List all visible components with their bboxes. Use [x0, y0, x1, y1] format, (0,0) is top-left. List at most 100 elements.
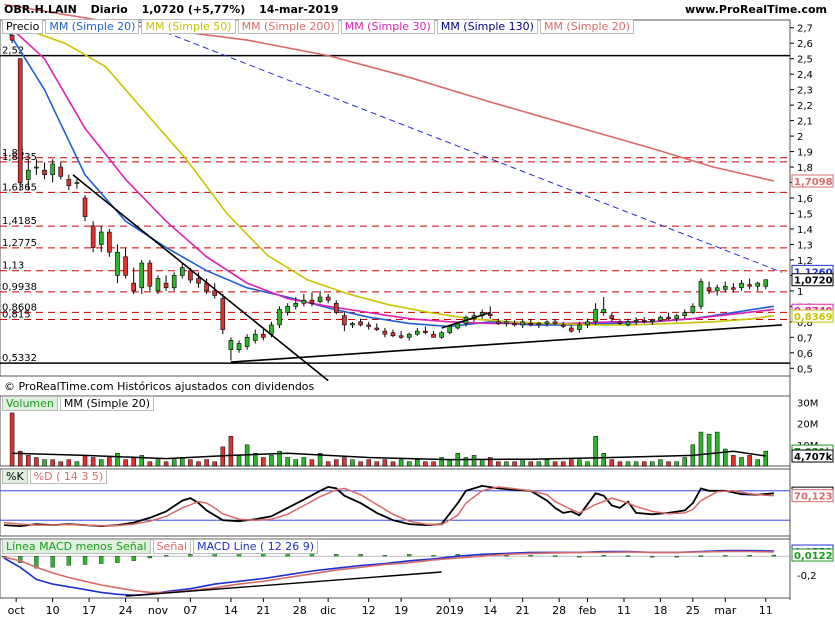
macd-histogram-bar: [188, 554, 193, 557]
volume-bar: [285, 457, 290, 467]
candle-body: [317, 296, 323, 303]
x-tick-label: 18: [653, 604, 667, 617]
candle-body: [568, 327, 574, 332]
candle-body: [342, 315, 347, 326]
candle-body: [163, 282, 169, 289]
candle-body: [9, 35, 15, 41]
trendline: [230, 324, 783, 363]
volume-bar: [99, 459, 104, 467]
candle-body: [487, 313, 493, 316]
candle-body: [333, 302, 339, 313]
stoch-legend: %K %D ( 14 3 5): [2, 469, 109, 484]
candle-body: [682, 312, 688, 316]
volume-legend-item: MM (Simple 20): [59, 396, 155, 411]
candle-body: [350, 323, 355, 326]
candle-body: [220, 298, 226, 330]
volume-bar: [536, 461, 542, 467]
volume-bar: [528, 461, 534, 467]
volume-bar: [34, 457, 39, 467]
volume-bar: [74, 461, 80, 467]
volume-bar: [90, 457, 96, 467]
candle-body: [763, 279, 769, 287]
candle-body: [212, 290, 218, 296]
moving-average-line: [3, 24, 775, 328]
macd-histogram-bar: [431, 555, 436, 557]
candle-body: [447, 326, 453, 333]
volume-bar: [212, 461, 217, 467]
candle-body: [261, 333, 266, 338]
candle-body: [641, 319, 647, 323]
volume-bar: [398, 459, 404, 467]
candle-body: [617, 321, 623, 324]
x-tick-label: 19: [394, 604, 408, 617]
x-tick-label: 21: [256, 604, 270, 617]
volume-bar: [625, 461, 631, 467]
stoch-value-tag-text: 70,123: [794, 492, 833, 503]
volume-bar: [650, 461, 655, 467]
y-tick-label: 0,7: [797, 333, 813, 344]
macd-histogram-bar: [99, 556, 104, 564]
x-tick-label: 11: [759, 604, 773, 617]
candle-body: [415, 330, 420, 335]
volume-bar: [269, 455, 274, 467]
volume-bar: [171, 459, 177, 467]
volume-bar: [374, 461, 380, 467]
candle-body: [301, 299, 307, 304]
macd-histogram-bar: [82, 556, 88, 565]
candle-body: [179, 267, 185, 276]
macd-histogram-bar: [723, 555, 728, 557]
candle-body: [690, 306, 696, 313]
volume-bar: [196, 461, 201, 467]
volume-bar: [512, 461, 517, 467]
volume-bar: [115, 453, 120, 467]
trendline: [137, 21, 783, 273]
volume-bar: [155, 459, 161, 467]
x-tick-label: 2019: [436, 604, 464, 617]
candle-body: [325, 296, 331, 301]
volume-bar: [731, 455, 736, 467]
price-legend-item: MM (Simple 30): [340, 19, 435, 34]
candle-body: [560, 324, 566, 327]
volume-bar: [617, 461, 623, 467]
candle-body: [131, 282, 136, 292]
candle-body: [98, 231, 104, 245]
candle-body: [633, 319, 639, 323]
macd-histogram-bar: [131, 556, 136, 561]
y-tick-label: 2,1: [797, 117, 813, 128]
price-legend-item: MM (Simple 130): [436, 19, 538, 34]
candle-body: [714, 287, 720, 292]
volume-bar: [334, 459, 339, 467]
stoch-legend-item: %D ( 14 3 5): [29, 469, 108, 484]
price-legend: Precio MM (Simple 20) MM (Simple 50) MM (Si…: [2, 19, 636, 34]
candle-body: [439, 332, 444, 338]
candle-body: [625, 321, 631, 326]
credit-text: © ProRealTime.com Históricos ajustados c…: [4, 380, 315, 393]
macd-legend-item: Línea MACD menos Señal: [2, 539, 151, 554]
macd-histogram-bar: [698, 555, 704, 557]
volume-bar: [42, 459, 47, 467]
macd-legend-item: Señal: [152, 539, 192, 554]
volume-bar: [431, 461, 436, 467]
x-tick-label: mar: [714, 604, 736, 617]
volume-bar: [236, 455, 242, 467]
candle-body: [82, 197, 88, 217]
macd-histogram-bar: [552, 555, 558, 557]
candle-body: [423, 330, 428, 333]
x-tick-label: nov: [148, 604, 169, 617]
candle-body: [90, 225, 96, 248]
volume-bar: [350, 459, 355, 467]
candle-body: [366, 324, 371, 327]
candle-body: [739, 282, 744, 289]
volume-bar: [755, 459, 760, 467]
volume-bar: [520, 459, 525, 467]
volume-bar: [682, 457, 687, 467]
volume-bar: [366, 459, 371, 467]
macd-histogram-bar: [382, 555, 388, 557]
y-tick-label: 2,6: [797, 39, 813, 50]
y-tick-label: 1,8: [797, 163, 813, 174]
candle-body: [147, 262, 153, 287]
candle-body: [496, 321, 501, 324]
x-tick-label: 21: [516, 604, 530, 617]
y-tick-label: 1,5: [797, 209, 813, 220]
x-tick-label: 14: [483, 604, 497, 617]
